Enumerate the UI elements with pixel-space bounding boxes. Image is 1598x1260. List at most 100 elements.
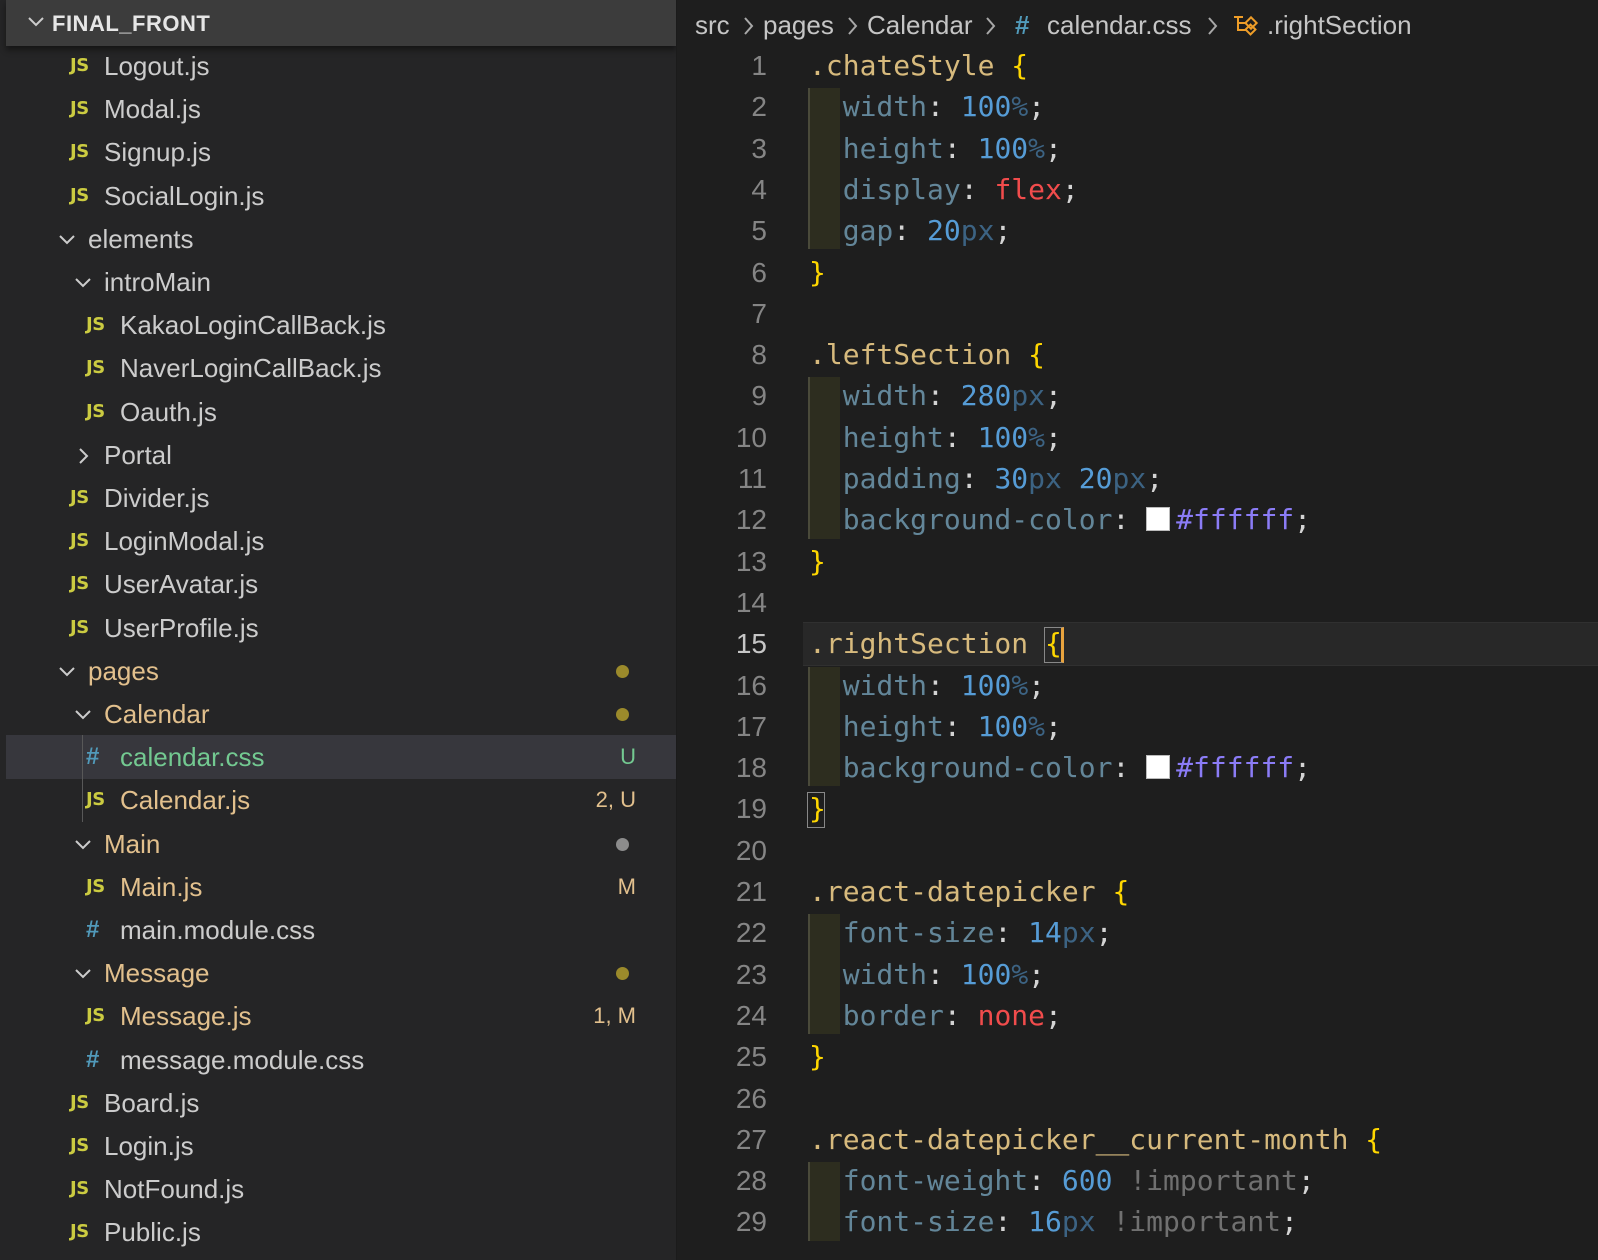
- tree-folder-portal[interactable]: Portal: [6, 433, 676, 477]
- code-line[interactable]: 13}: [677, 541, 1598, 583]
- code-line[interactable]: 24 border: none;: [677, 995, 1598, 1037]
- line-number: 8: [751, 339, 767, 371]
- tree-item-label: main.module.css: [120, 915, 316, 945]
- tree-file[interactable]: JS LoginModal.js: [6, 519, 676, 563]
- tree-file[interactable]: JS Main.js M: [6, 865, 676, 909]
- tree-folder-elements[interactable]: elements: [6, 217, 676, 261]
- tree-file[interactable]: JS Board.js: [6, 1081, 676, 1125]
- tree-file[interactable]: JS UserProfile.js: [6, 606, 676, 650]
- tree-folder-message[interactable]: Message: [6, 951, 676, 995]
- tree-item-label: UserAvatar.js: [104, 569, 259, 600]
- tree-item-label: NaverLoginCallBack.js: [120, 353, 382, 384]
- tree-file[interactable]: JS Calendar.js 2, U: [6, 778, 676, 822]
- code-text: width: 280px;: [842, 379, 1062, 413]
- tree-item-label: Board.js: [104, 1087, 200, 1118]
- code-line[interactable]: 14: [677, 582, 1598, 624]
- code-line[interactable]: 25}: [677, 1036, 1598, 1078]
- code-line[interactable]: 27 .react-datepicker__current-month {: [677, 1119, 1598, 1161]
- tree-file[interactable]: JS Public.js: [6, 1210, 676, 1254]
- code-text: width: 100%;: [842, 957, 1046, 991]
- code-line[interactable]: 10 height: 100%;: [677, 417, 1598, 459]
- code-text: background-color: #ffffff;: [842, 503, 1312, 537]
- tree-file[interactable]: JS UserAvatar.js: [6, 562, 676, 606]
- line-number: 21: [735, 876, 767, 907]
- code-line[interactable]: 22 font-size: 14px;: [677, 912, 1598, 954]
- tree-file[interactable]: JS Divider.js: [6, 476, 676, 520]
- breadcrumb-item[interactable]: Calendar: [867, 10, 973, 41]
- tree-file[interactable]: JS KakaoLoginCallBack.js: [6, 303, 676, 347]
- code-line[interactable]: 1 .chateStyle {: [677, 45, 1598, 87]
- tree-item-label: LoginModal.js: [104, 526, 265, 557]
- line-number: 9: [751, 380, 767, 412]
- code-line[interactable]: 17 height: 100%;: [677, 706, 1598, 748]
- breadcrumb-item[interactable]: pages: [763, 10, 834, 41]
- chevron-right-icon: [72, 433, 94, 477]
- code-line[interactable]: 9 width: 280px;: [677, 375, 1598, 417]
- code-line[interactable]: 8 .leftSection {: [677, 334, 1598, 376]
- tree-item-label: calendar.css: [120, 742, 265, 773]
- tree-item-label: Message.js: [120, 1001, 252, 1032]
- tree-folder-calendar[interactable]: Calendar: [6, 692, 676, 736]
- code-text: height: 100%;: [842, 131, 1062, 165]
- line-number: 29: [735, 1206, 767, 1238]
- line-number: 7: [751, 297, 767, 329]
- breadcrumb-item[interactable]: .rightSection: [1267, 10, 1412, 41]
- line-number: 16: [735, 669, 767, 701]
- code-line[interactable]: 11 padding: 30px 20px;: [677, 458, 1598, 500]
- line-number: 15: [735, 628, 767, 660]
- breadcrumb-item[interactable]: calendar.css: [1047, 10, 1192, 41]
- tree-file[interactable]: JS Modal.js: [6, 87, 676, 131]
- color-swatch[interactable]: [1146, 755, 1171, 780]
- tree-file[interactable]: JS SocialLogin.js: [6, 174, 676, 218]
- tree-file[interactable]: JS Login.js: [6, 1124, 676, 1168]
- code-line[interactable]: 4 display: flex;: [677, 169, 1598, 211]
- line-number: 17: [735, 710, 767, 742]
- tree-file[interactable]: # main.module.css: [6, 908, 676, 952]
- tree-file[interactable]: JS Signup.js: [6, 130, 676, 174]
- chevron-right-icon: [845, 14, 861, 45]
- tree-folder-pages[interactable]: pages: [6, 649, 676, 693]
- code-line[interactable]: 16 width: 100%;: [677, 665, 1598, 707]
- symbol-class-icon: [1231, 12, 1261, 45]
- code-line[interactable]: 29 font-size: 16px !important;: [677, 1201, 1598, 1243]
- code-line[interactable]: 12 background-color: #ffffff;: [677, 499, 1598, 541]
- code-line[interactable]: 18 background-color: #ffffff;: [677, 747, 1598, 789]
- tree-file[interactable]: # calendar.css U: [6, 735, 676, 780]
- tree-item-label: Oauth.js: [120, 396, 217, 427]
- code-line[interactable]: 26: [677, 1078, 1598, 1120]
- tree-file[interactable]: JS NotFound.js: [6, 1167, 676, 1211]
- code-line[interactable]: 2 width: 100%;: [677, 86, 1598, 128]
- code-line[interactable]: 3 height: 100%;: [677, 128, 1598, 170]
- code-line[interactable]: 20: [677, 830, 1598, 872]
- js-file-icon: JS: [70, 573, 89, 595]
- color-swatch[interactable]: [1146, 507, 1171, 532]
- code-line[interactable]: 21 .react-datepicker {: [677, 871, 1598, 913]
- code-line[interactable]: 23 width: 100%;: [677, 954, 1598, 996]
- code-line[interactable]: 28 font-weight: 600 !important;: [677, 1160, 1598, 1202]
- explorer-section-header[interactable]: FINAL_FRONT: [6, 0, 676, 46]
- js-file-icon: JS: [86, 1005, 105, 1027]
- code-line[interactable]: 6}: [677, 252, 1598, 294]
- tree-file[interactable]: # message.module.css: [6, 1038, 676, 1082]
- breadcrumb-item[interactable]: src: [695, 10, 730, 41]
- tree-file[interactable]: JS NaverLoginCallBack.js: [6, 346, 676, 390]
- code-line[interactable]: 5 gap: 20px;: [677, 210, 1598, 252]
- line-number: 5: [751, 215, 767, 247]
- tree-file[interactable]: JS Logout.js: [6, 44, 676, 88]
- chevron-right-icon: [983, 14, 999, 45]
- tree-folder-main[interactable]: Main: [6, 822, 676, 866]
- code-line[interactable]: 7: [677, 293, 1598, 335]
- css-file-icon: #: [1015, 10, 1030, 40]
- code-line[interactable]: 15 .rightSection {: [677, 623, 1598, 665]
- js-file-icon: JS: [70, 184, 89, 206]
- code-editor[interactable]: src pages Calendar # calendar.css .rightSecti…: [677, 0, 1598, 1260]
- tree-item-label: Message: [104, 958, 210, 989]
- js-file-icon: JS: [86, 789, 105, 811]
- tree-file[interactable]: JS Oauth.js: [6, 390, 676, 434]
- modified-dot-icon: [616, 664, 629, 678]
- tree-file[interactable]: JS Message.js 1, M: [6, 994, 676, 1038]
- line-number: 25: [735, 1041, 767, 1073]
- tree-folder-intromain[interactable]: introMain: [6, 260, 676, 304]
- chevron-down-icon: [56, 217, 78, 261]
- chevron-down-icon: [28, 17, 44, 27]
